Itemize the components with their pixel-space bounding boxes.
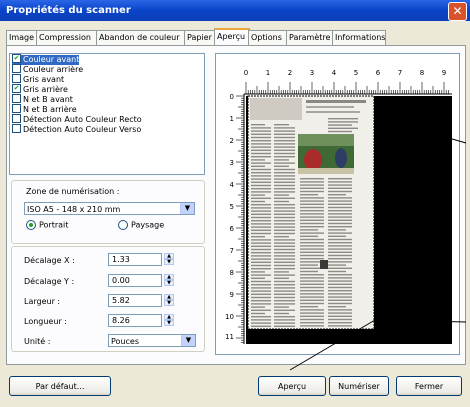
scanner-properties-window: Propriétés du scanner ✕ Image Compressio… [0,0,470,407]
close-button[interactable]: Fermer [396,376,462,396]
scan-button[interactable]: Numériser [329,376,389,396]
preview-button[interactable]: Aperçu [258,376,326,396]
default-button[interactable]: Par défaut... [9,376,111,396]
callout-lines [289,117,467,371]
